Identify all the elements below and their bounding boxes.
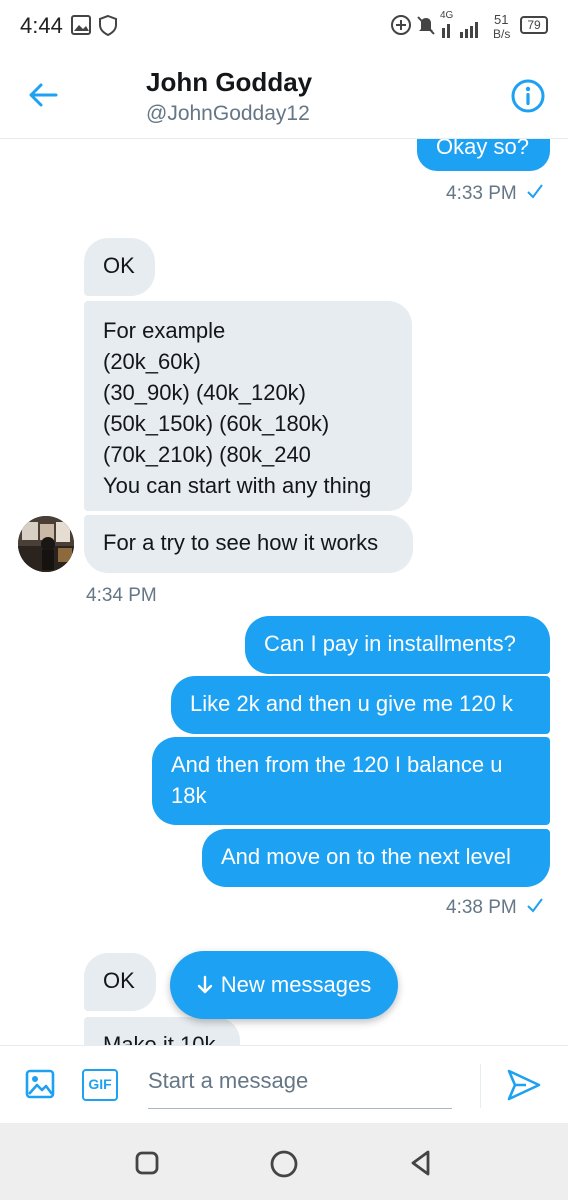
message-bubble-incoming[interactable]: For a try to see how it works (84, 515, 413, 573)
message-text: OK (103, 253, 135, 278)
circle-icon[interactable] (268, 1148, 300, 1180)
message-text: For a try to see how it works (103, 530, 379, 555)
status-bar: 4:44 4G 51 B/s 79 (0, 0, 568, 52)
message-timestamp: 4:33 PM (446, 183, 544, 205)
avatar[interactable] (18, 516, 74, 572)
message-line: (20k_60k) (103, 349, 201, 374)
message-timestamp: 4:38 PM (446, 897, 544, 919)
message-text: Make it 10k (103, 1032, 216, 1045)
message-line: (50k_150k) (60k_180k) (103, 411, 330, 436)
message-line: (30_90k) (40k_120k) (103, 380, 307, 405)
message-text: Like 2k and then u give me 120 k (190, 691, 513, 716)
info-icon[interactable] (510, 78, 546, 114)
new-messages-label: New messages (220, 972, 372, 997)
checkmark-icon (527, 184, 543, 199)
message-text: Okay so? (436, 139, 529, 159)
message-bubble-outgoing[interactable]: And then from the 120 I balance u 18k (152, 737, 550, 825)
gallery-notification-icon (71, 15, 91, 35)
battery-level: 79 (527, 18, 541, 32)
battery-icon: 79 (520, 16, 548, 34)
message-composer: GIF Start a message (0, 1045, 568, 1124)
status-time: 4:44 (20, 13, 63, 38)
message-line: 18k (171, 783, 207, 808)
send-icon[interactable] (506, 1068, 542, 1102)
message-input[interactable]: Start a message (148, 1068, 452, 1109)
conversation-header: John Godday @JohnGodday12 (0, 52, 568, 139)
message-bubble-outgoing[interactable]: And move on to the next level (202, 829, 550, 887)
arrow-down-icon (197, 975, 212, 994)
signal-icon (442, 22, 478, 38)
image-icon[interactable] (24, 1068, 56, 1100)
message-line: (70k_210k) (80k_240 (103, 442, 311, 467)
message-bubble-outgoing[interactable]: Can I pay in installments? (245, 616, 550, 674)
message-bubble-outgoing[interactable]: Like 2k and then u give me 120 k (171, 676, 550, 734)
message-bubble-incoming[interactable]: OK (84, 238, 155, 296)
message-line: And then from the 120 I balance u (171, 752, 503, 777)
message-bubble-outgoing[interactable]: Okay so? (417, 139, 550, 171)
message-input-placeholder: Start a message (148, 1068, 309, 1093)
mute-icon (417, 16, 435, 35)
shield-icon (99, 14, 117, 36)
system-navigation-bar (0, 1123, 568, 1200)
message-bubble-incoming[interactable]: Make it 10k (84, 1017, 240, 1045)
message-text: Can I pay in installments? (264, 631, 516, 656)
net-speed-unit: B/s (493, 27, 511, 41)
arrow-left-icon[interactable] (26, 78, 60, 112)
composer-divider (480, 1064, 481, 1108)
contact-name[interactable]: John Godday (146, 67, 312, 98)
message-line: For example (103, 318, 226, 343)
square-icon[interactable] (133, 1149, 161, 1177)
triangle-back-icon[interactable] (406, 1148, 436, 1178)
message-text: OK (103, 968, 135, 993)
message-line: You can start with any thing (103, 473, 372, 498)
gif-icon[interactable]: GIF (82, 1069, 118, 1101)
message-text: And move on to the next level (221, 844, 511, 869)
contact-handle[interactable]: @JohnGodday12 (146, 102, 310, 126)
gif-label: GIF (88, 1076, 112, 1092)
message-bubble-incoming[interactable]: OK (84, 953, 156, 1011)
new-messages-button[interactable]: New messages (170, 951, 398, 1019)
message-timestamp: 4:34 PM (86, 585, 157, 606)
message-list[interactable]: Okay so? 4:33 PM OK For example (20k_60k… (0, 139, 568, 1045)
net-speed-value: 51 (494, 12, 509, 27)
checkmark-icon (527, 898, 543, 913)
data-saver-icon (391, 15, 411, 35)
message-bubble-incoming[interactable]: For example (20k_60k) (30_90k) (40k_120k… (84, 301, 412, 511)
